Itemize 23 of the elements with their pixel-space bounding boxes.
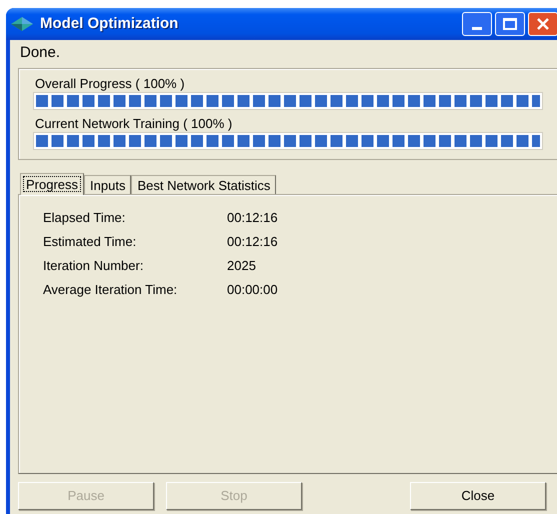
stat-value: 00:12:16: [227, 233, 278, 251]
diamond-logo-icon: [10, 16, 34, 32]
progress-label: Current Network Training ( 100% ): [34, 115, 234, 132]
close-icon: [536, 17, 550, 31]
minimize-button[interactable]: [462, 12, 492, 36]
maximize-button[interactable]: [495, 12, 525, 36]
stat-value: 00:00:00: [227, 281, 278, 299]
tab[interactable]: Progress: [20, 173, 84, 195]
maximize-icon: [503, 18, 517, 30]
minimize-icon: [472, 27, 482, 30]
status-text: Done.: [19, 43, 62, 63]
close-button[interactable]: [528, 12, 557, 36]
tab[interactable]: Best Network Statistics: [131, 175, 276, 194]
dialog-button[interactable]: Close: [410, 482, 546, 510]
progress-label: Overall Progress ( 100% ): [34, 75, 186, 92]
stat-label: Iteration Number:: [43, 257, 144, 275]
stat-label: Estimated Time:: [43, 233, 138, 251]
window-title: Model Optimization: [40, 14, 180, 34]
stat-value: 2025: [227, 257, 256, 275]
stat-label: Average Iteration Time:: [43, 281, 178, 299]
stat-value: 00:12:16: [227, 209, 278, 227]
tab[interactable]: Inputs: [84, 175, 132, 194]
stat-label: Elapsed Time:: [43, 209, 126, 227]
